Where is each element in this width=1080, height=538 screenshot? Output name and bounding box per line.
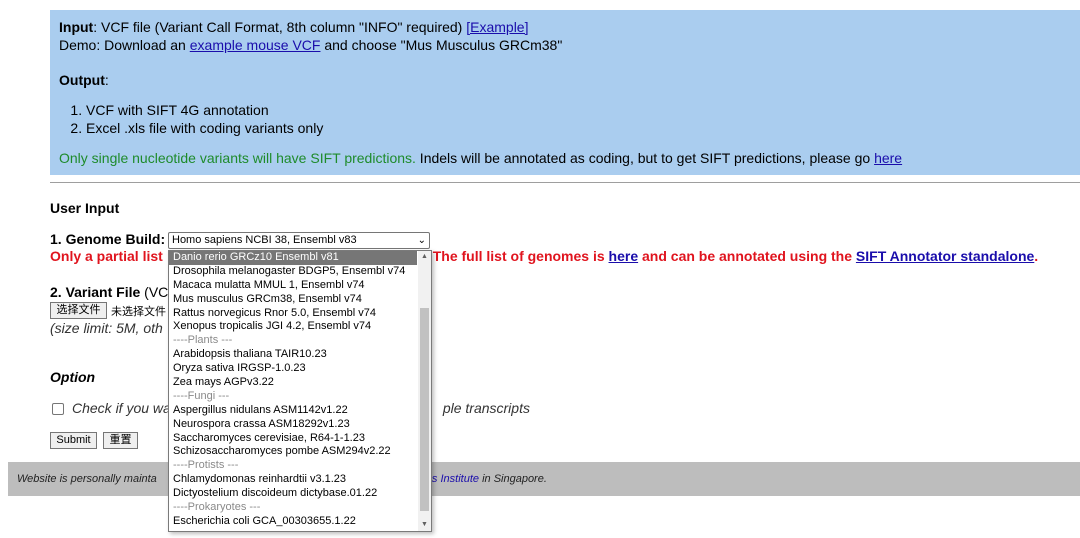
option-heading: Option: [50, 369, 96, 385]
chevron-down-icon: ⌄: [417, 235, 426, 246]
warning-prefix: Only a partial list: [50, 248, 163, 264]
dropdown-option[interactable]: Chlamydomonas reinhardtii v3.1.23: [169, 473, 417, 487]
snv-note-green: Only single nucleotide variants will hav…: [59, 150, 416, 166]
output-colon: :: [104, 72, 109, 88]
output-heading: Output:: [59, 71, 1080, 89]
demo-text: Demo: Download an: [59, 37, 190, 53]
info-panel: Input: VCF file (Variant Call Format, 8t…: [50, 10, 1080, 175]
dropdown-option[interactable]: Rattus norvegicus Rnor 5.0, Ensembl v74: [169, 307, 417, 321]
dropdown-option[interactable]: Escherichia coli GCA_00303655.1.22: [169, 515, 417, 529]
check-suffix: ple transcripts: [442, 400, 530, 416]
indel-here-link[interactable]: here: [874, 150, 902, 166]
demo-suffix: and choose "Mus Musculus GRCm38": [320, 37, 563, 53]
full-genome-list-link[interactable]: here: [609, 248, 639, 264]
output-item: Excel .xls file with coding variants onl…: [86, 119, 1080, 137]
dropdown-group-label: ----Prokaryotes ---: [173, 501, 261, 514]
scroll-up-arrow-icon[interactable]: ▲: [418, 251, 431, 263]
reset-button[interactable]: 重置: [103, 432, 138, 449]
genome-build-value: Homo sapiens NCBI 38, Ensembl v83: [172, 234, 357, 246]
dropdown-option[interactable]: Xenopus tropicalis JGI 4.2, Ensembl v74: [169, 320, 417, 334]
output-item: VCF with SIFT 4G annotation: [86, 101, 1080, 119]
dropdown-option[interactable]: Macaca mulatta MMUL 1, Ensembl v74: [169, 279, 417, 293]
snv-note-plain: Indels will be annotated as coding, but …: [415, 150, 875, 166]
input-label: Input: [59, 19, 94, 35]
dropdown-option[interactable]: Saccharomyces cerevisiae, R64-1-1.23: [169, 432, 417, 446]
output-label: Output: [59, 72, 105, 88]
dropdown-option[interactable]: Dictyostelium discoideum dictybase.01.22: [169, 487, 417, 501]
dropdown-option[interactable]: Drosophila melanogaster BDGP5, Ensembl v…: [169, 265, 417, 279]
dropdown-scrollbar[interactable]: ▲ ▼: [418, 251, 431, 531]
dropdown-group-label: ----Protists ---: [173, 459, 239, 472]
check-prefix: Check if you wa: [72, 400, 171, 416]
submit-button[interactable]: Submit: [50, 432, 97, 449]
variant-file-paren: (VC: [140, 284, 169, 300]
variant-file-label: 2. Variant File (VC: [50, 284, 168, 300]
warning-mid: and can be annotated using the: [638, 248, 856, 264]
size-limit-note: (size limit: 5M, oth: [50, 320, 163, 336]
choose-file-button[interactable]: 选择文件: [50, 302, 107, 319]
genome-build-select[interactable]: Homo sapiens NCBI 38, Ensembl v83 ⌄: [168, 232, 430, 249]
demo-line: Demo: Download an example mouse VCF and …: [59, 36, 1080, 54]
dropdown-option[interactable]: Mus musculus GRCm38, Ensembl v74: [169, 293, 417, 307]
genome-build-dropdown-list[interactable]: Danio rerio GRCz10 Ensembl v81 Drosophila…: [168, 250, 432, 532]
genome-build-label: 1. Genome Build:: [50, 231, 166, 247]
scroll-down-arrow-icon[interactable]: ▼: [418, 519, 431, 531]
warning-end: .: [1034, 248, 1039, 264]
dropdown-group-label: ----Plants ---: [173, 334, 233, 347]
dropdown-option[interactable]: Neurospora crassa ASM18292v1.23: [169, 418, 417, 432]
variant-file-label-text: 2. Variant File: [50, 284, 141, 300]
snv-note: Only single nucleotide variants will hav…: [59, 149, 1080, 167]
output-list: VCF with SIFT 4G annotation Excel .xls f…: [59, 101, 1080, 137]
dropdown-option[interactable]: Aspergillus nidulans ASM1142v1.22: [169, 404, 417, 418]
dropdown-option[interactable]: Zea mays AGPv3.22: [169, 376, 417, 390]
example-link[interactable]: [Example]: [466, 19, 528, 35]
user-input-heading: User Input: [50, 200, 120, 216]
input-line: Input: VCF file (Variant Call Format, 8t…: [59, 18, 1080, 36]
footer-prefix: Website is personally mainta: [17, 473, 157, 485]
scroll-thumb[interactable]: [420, 308, 429, 511]
dropdown-option[interactable]: Arabidopsis thaliana TAIR10.23: [169, 348, 417, 362]
dropdown-option[interactable]: Oryza sativa IRGSP-1.0.23: [169, 362, 417, 376]
dropdown-group-label: ----Fungi ---: [173, 389, 230, 402]
dropdown-option[interactable]: Danio rerio GRCz10 Ensembl v81: [169, 251, 417, 265]
example-mouse-vcf-link[interactable]: example mouse VCF: [190, 37, 321, 53]
sift-annotator-standalone-link[interactable]: SIFT Annotator standalone: [856, 248, 1034, 264]
divider: [50, 182, 1080, 183]
no-file-chosen-text: 未选择文件: [111, 306, 166, 318]
dropdown-options: Danio rerio GRCz10 Ensembl v81 Drosophila…: [169, 251, 431, 529]
input-text: : VCF file (Variant Call Format, 8th col…: [93, 19, 467, 35]
transcripts-checkbox[interactable]: [52, 403, 64, 416]
footer-suffix: in Singapore.: [479, 473, 547, 485]
dropdown-option[interactable]: Schizosaccharomyces pombe ASM294v2.22: [169, 445, 417, 459]
